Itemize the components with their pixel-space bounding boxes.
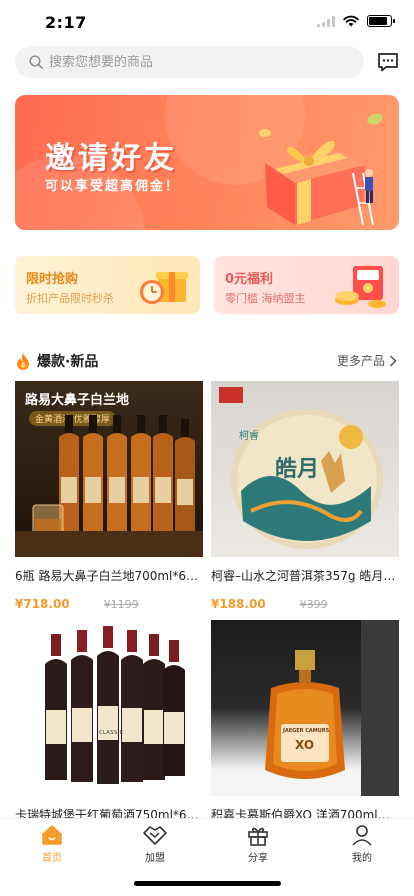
- tab-mine[interactable]: 我的: [332, 823, 392, 864]
- search-icon: [29, 55, 43, 69]
- product-image[interactable]: 柯睿 皓月: [211, 381, 399, 557]
- product-image[interactable]: JAEGER CAMURS XO: [211, 620, 399, 796]
- search-row: [15, 46, 399, 78]
- gift-icon: [248, 827, 268, 846]
- status-bar: 2:17: [0, 0, 414, 44]
- profile-icon: [352, 825, 372, 846]
- flash-sale-title: 限时抢购: [26, 272, 79, 287]
- product-price: ¥188.00: [211, 597, 266, 611]
- tab-share-label: 分享: [248, 853, 268, 864]
- search-box[interactable]: [15, 46, 364, 78]
- tab-mine-label: 我的: [352, 853, 372, 864]
- more-products-link[interactable]: 更多产品: [337, 352, 397, 369]
- product-image[interactable]: 路易大鼻子白兰地 金黄酒液·优雅醇厚: [15, 381, 203, 557]
- product-image[interactable]: CLASSIC: [15, 620, 203, 796]
- xo-bottle-illustration: [265, 620, 399, 796]
- invite-banner[interactable]: 邀请好友 可以享受超高佣金！: [15, 95, 399, 230]
- gift-box-illustration: [259, 113, 383, 226]
- cellular-signal-icon: [317, 15, 335, 27]
- red-envelope-coins-icon: [335, 266, 386, 308]
- banner-subtitle: 可以享受超高佣金！: [45, 179, 181, 194]
- product-name: 6瓶 路易大鼻子白兰地700ml*6洋酒: [15, 569, 203, 583]
- product-name: 柯睿–山水之河普洱茶357g 皓月饼茶: [211, 569, 399, 583]
- tab-home-label: 首页: [42, 853, 62, 864]
- product-overlay-brand: 柯睿: [239, 431, 259, 442]
- tab-join-label: 加盟: [145, 853, 165, 864]
- product-card[interactable]: JAEGER CAMURS XO 积嘉卡慕斯伯爵XO 洋酒700ml聚会装: [211, 620, 399, 823]
- wine-label-text: CLASSIC: [99, 730, 124, 736]
- status-time: 2:17: [45, 13, 87, 32]
- status-icons: [317, 15, 395, 27]
- product-card[interactable]: 柯睿 皓月 柯睿–山水之河普洱茶357g 皓月饼茶 ¥188.00 ¥399: [211, 381, 399, 611]
- chevron-right-icon: [389, 354, 397, 367]
- price-row: ¥188.00 ¥399: [211, 597, 399, 611]
- section-title: 爆款·新品: [37, 354, 99, 370]
- fire-icon: [17, 353, 29, 370]
- product-price: ¥718.00: [15, 597, 70, 611]
- home-icon: [42, 825, 62, 845]
- tab-join[interactable]: 加盟: [125, 823, 185, 864]
- hot-new-section-header: 爆款·新品 更多产品: [15, 350, 399, 372]
- price-row: ¥718.00 ¥1199: [15, 597, 203, 611]
- product-original-price: ¥1199: [103, 598, 139, 611]
- search-input[interactable]: [49, 54, 329, 70]
- zero-yuan-benefit-card[interactable]: 0元福利 零门槛 海纳盟主: [214, 256, 399, 314]
- zero-yuan-subtitle: 零门槛 海纳盟主: [225, 292, 306, 305]
- product-card[interactable]: 路易大鼻子白兰地 金黄酒液·优雅醇厚: [15, 381, 203, 611]
- brandy-bottles-illustration: [15, 415, 203, 557]
- home-indicator: [134, 881, 281, 886]
- xo-label-mark: XO: [295, 738, 315, 752]
- wifi-icon: [343, 15, 359, 27]
- zero-yuan-title: 0元福利: [225, 272, 274, 287]
- flash-sale-subtitle: 折扣产品限时秒杀: [26, 292, 114, 305]
- handshake-icon: [143, 826, 167, 845]
- more-products-label: 更多产品: [336, 354, 385, 368]
- product-card[interactable]: CLASSIC 卡瑞特城堡干红葡萄酒750ml*6聚会装: [15, 620, 203, 823]
- xo-label-brand: JAEGER CAMURS: [283, 728, 330, 734]
- message-icon[interactable]: [377, 51, 399, 73]
- tab-share[interactable]: 分享: [228, 823, 288, 864]
- flash-sale-card[interactable]: 限时抢购 折扣产品限时秒杀: [15, 256, 200, 314]
- product-overlay-title: 皓月: [275, 457, 320, 482]
- tab-home[interactable]: 首页: [22, 823, 82, 864]
- alarm-clock-gift-icon: [140, 272, 188, 304]
- banner-title: 邀请好友: [45, 141, 177, 176]
- battery-icon: [367, 15, 395, 27]
- wine-bottles-illustration: [45, 626, 185, 784]
- product-original-price: ¥399: [299, 598, 328, 611]
